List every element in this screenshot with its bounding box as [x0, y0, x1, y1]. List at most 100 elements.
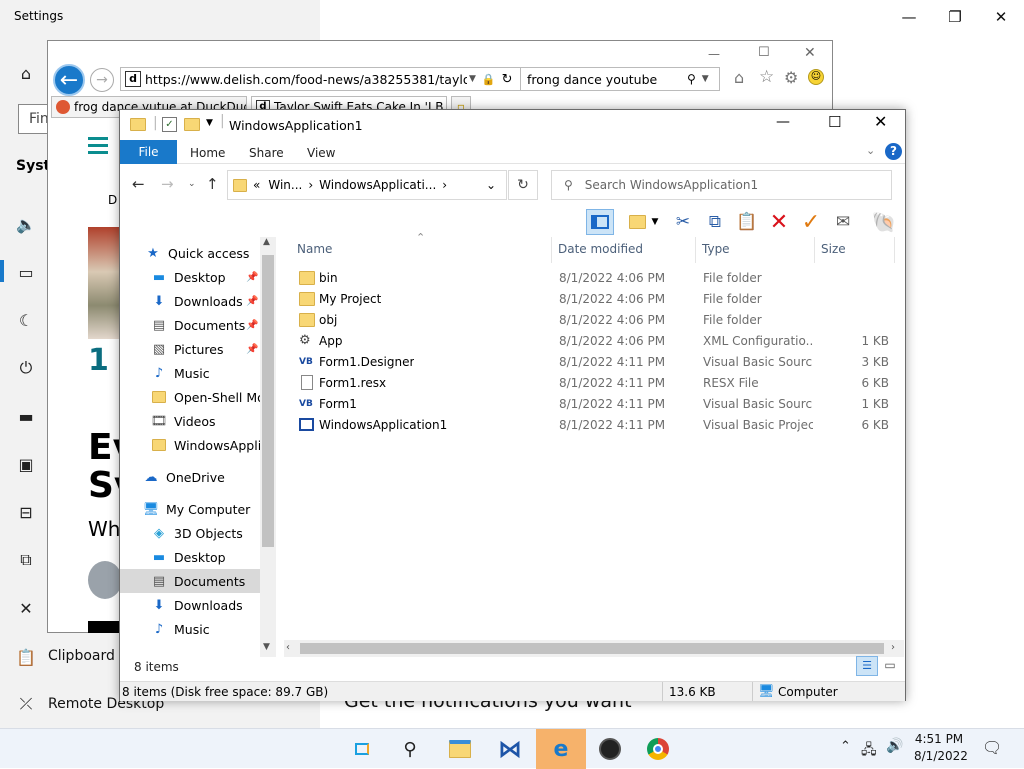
large-icons-view-icon[interactable]: ▭ — [882, 658, 898, 674]
nav-3d-objects[interactable]: ◈ 3D Objects — [150, 521, 276, 545]
cut-icon[interactable]: ✂ — [670, 209, 696, 235]
tab-file[interactable]: File — [120, 140, 177, 164]
help-icon[interactable]: ? — [885, 143, 902, 160]
customize-toolbar-dropdown-icon[interactable]: ▼ — [206, 118, 213, 128]
column-divider[interactable] — [695, 237, 696, 263]
forward-icon[interactable]: → — [161, 175, 174, 193]
settings-close-button[interactable]: ✕ — [978, 4, 1024, 30]
favorites-star-icon[interactable]: ☆ — [759, 67, 774, 87]
ie-search-text[interactable]: frong dance youtube — [527, 72, 687, 87]
file-row[interactable]: My Project 8/1/2022 4:06 PM File folder — [277, 289, 897, 310]
ie-address-bar[interactable]: d https://www.delish.com/food-news/a3825… — [120, 67, 552, 91]
search-icon[interactable]: ⚲ — [687, 72, 696, 86]
ie-maximize-button[interactable]: ☐ — [758, 45, 770, 60]
nav-desktop[interactable]: ▬ Desktop 📌 — [150, 265, 276, 289]
nav-documents[interactable]: ▤ Documents — [150, 569, 276, 593]
task-view-icon[interactable] — [338, 729, 386, 769]
ie-url[interactable]: https://www.delish.com/food-news/a382553… — [145, 72, 467, 87]
explorer-search-input[interactable]: ⚲ Search WindowsApplication1 — [551, 170, 892, 200]
chevron-down-icon[interactable]: ▼ — [648, 209, 662, 235]
column-header-type[interactable]: Type — [702, 242, 730, 256]
forward-icon[interactable]: → — [90, 68, 114, 92]
file-row[interactable]: Form1.resx 8/1/2022 4:11 PM RESX File 6 … — [277, 373, 897, 394]
check-icon[interactable]: ✓ — [798, 209, 824, 235]
paste-icon[interactable]: 📋 — [734, 209, 760, 235]
explorer-maximize-button[interactable]: ☐ — [828, 113, 841, 131]
nav-onedrive[interactable]: ☁ OneDrive — [142, 465, 276, 489]
sound-icon[interactable]: 🔈 — [14, 212, 38, 236]
pin-icon[interactable]: 📌 — [246, 344, 258, 355]
column-divider[interactable] — [814, 237, 815, 263]
file-row[interactable]: WindowsApplication1 8/1/2022 4:11 PM Vis… — [277, 415, 897, 436]
column-divider[interactable] — [894, 237, 895, 263]
up-icon[interactable]: ↑ — [206, 175, 219, 193]
chevron-down-icon[interactable]: ⌄ — [486, 178, 496, 192]
ie-search-box[interactable]: frong dance youtube ⚲ ▼ — [520, 67, 720, 91]
tab-view[interactable]: View — [307, 146, 335, 160]
horizontal-scrollbar[interactable]: ‹ › — [284, 640, 904, 657]
explorer-close-button[interactable]: ✕ — [874, 112, 887, 131]
nav-videos[interactable]: 🎞 Videos — [150, 409, 276, 433]
folder-options-icon[interactable] — [624, 209, 650, 235]
open-shell-icon[interactable]: 🐚 — [871, 209, 897, 235]
settings-maximize-button[interactable]: ❐ — [932, 4, 978, 30]
multitasking-icon[interactable]: ⧉ — [14, 548, 38, 572]
breadcrumb-part2[interactable]: WindowsApplicati... — [319, 178, 436, 192]
scroll-down-icon[interactable]: ▼ — [263, 642, 270, 652]
nav-my-computer[interactable]: 🖥 My Computer — [142, 497, 276, 521]
visual-studio-icon[interactable]: ⋈ — [486, 729, 534, 769]
file-row[interactable]: VB Form1.Designer 8/1/2022 4:11 PM Visua… — [277, 352, 897, 373]
nav-pictures[interactable]: ▧ Pictures 📌 — [150, 337, 276, 361]
dropdown-icon[interactable]: ▼ — [702, 74, 709, 84]
clock-date[interactable]: 8/1/2022 — [914, 749, 968, 763]
nav-downloads-pc[interactable]: ⬇ Downloads — [150, 593, 276, 617]
nav-music[interactable]: ♪ Music — [150, 361, 276, 385]
nav-open-shell[interactable]: Open-Shell Mod — [150, 385, 276, 409]
breadcrumb-part1[interactable]: Win... — [268, 178, 302, 192]
ie-minimize-button[interactable]: — — [708, 47, 720, 61]
copy-icon[interactable]: ⧉ — [702, 209, 728, 235]
pin-icon[interactable]: 📌 — [246, 296, 258, 307]
back-icon[interactable]: ← — [132, 175, 145, 193]
home-icon[interactable]: ⌂ — [14, 61, 38, 85]
notifications-icon[interactable]: ▭ — [14, 260, 38, 284]
nav-downloads[interactable]: ⬇ Downloads 📌 — [150, 289, 276, 313]
refresh-icon[interactable]: ↻ — [508, 170, 538, 200]
chevron-right-icon[interactable]: › — [308, 178, 313, 192]
volume-icon[interactable]: 🔊 — [886, 738, 903, 754]
file-row[interactable]: ⚙ App 8/1/2022 4:06 PM XML Configuratio.… — [277, 331, 897, 352]
clock-time[interactable]: 4:51 PM — [914, 732, 964, 746]
new-folder-icon[interactable] — [184, 118, 200, 131]
explorer-minimize-button[interactable]: — — [776, 114, 790, 130]
shared-experiences-icon[interactable]: ✕ — [14, 596, 38, 620]
tab-share[interactable]: Share — [249, 146, 284, 160]
network-icon[interactable]: 🖧 — [861, 739, 877, 763]
action-center-icon[interactable]: 🗨 — [982, 738, 1002, 757]
refresh-icon[interactable]: ↻ — [502, 72, 513, 87]
tablet-icon[interactable]: ⊟ — [14, 500, 38, 524]
properties-icon[interactable]: ✓ — [162, 117, 177, 132]
column-header-date[interactable]: Date modified — [558, 242, 643, 256]
email-icon[interactable]: ✉ — [830, 209, 856, 235]
scroll-left-icon[interactable]: ‹ — [286, 642, 290, 653]
file-explorer-icon[interactable] — [436, 729, 484, 769]
obs-icon[interactable] — [586, 729, 634, 769]
preview-pane-icon[interactable] — [586, 209, 614, 235]
file-row[interactable]: bin 8/1/2022 4:06 PM File folder — [277, 268, 897, 289]
dropdown-icon[interactable]: ▼ — [469, 74, 476, 84]
scroll-up-icon[interactable]: ▲ — [263, 237, 270, 247]
horizontal-scrollbar-thumb[interactable] — [300, 643, 884, 654]
smiley-feedback-icon[interactable]: ☺ — [808, 69, 824, 85]
details-view-icon[interactable]: ☰ — [856, 656, 878, 676]
pin-icon[interactable]: 📌 — [246, 272, 258, 283]
chrome-icon[interactable] — [634, 729, 682, 769]
nav-documents-quick[interactable]: ▤ Documents 📌 — [150, 313, 276, 337]
power-icon[interactable]: ⏻ — [14, 356, 38, 380]
file-row[interactable]: obj 8/1/2022 4:06 PM File folder — [277, 310, 897, 331]
column-header-name[interactable]: Name — [297, 242, 332, 256]
tab-home[interactable]: Home — [190, 146, 225, 160]
scroll-right-icon[interactable]: › — [891, 642, 895, 653]
settings-minimize-button[interactable]: — — [886, 4, 932, 30]
nav-scrollbar-thumb[interactable] — [262, 255, 274, 547]
expand-ribbon-icon[interactable]: ⌄ — [866, 144, 875, 157]
